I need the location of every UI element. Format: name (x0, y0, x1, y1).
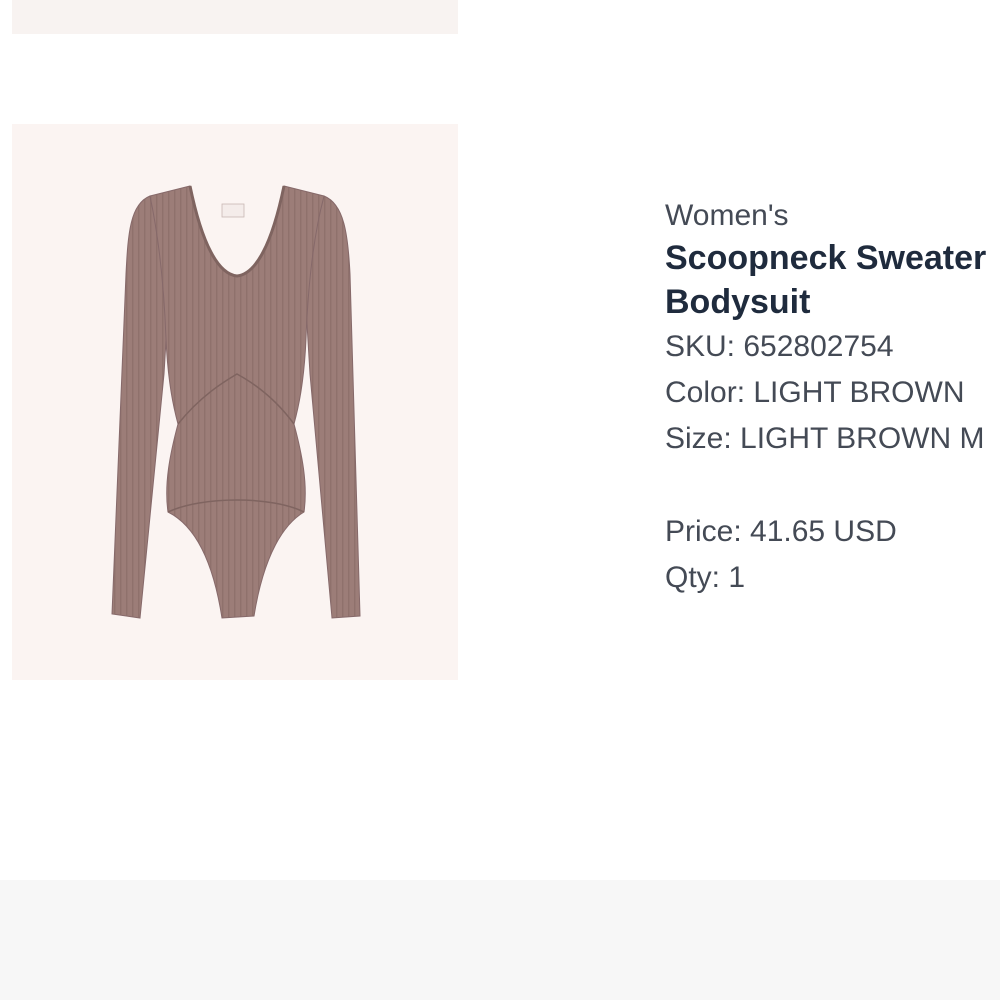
product-image[interactable] (12, 124, 458, 680)
product-title[interactable]: Scoopneck Sweater Bodysuit (665, 236, 1000, 324)
product-color: Color: LIGHT BROWN (665, 376, 965, 409)
previous-product-image[interactable] (12, 0, 458, 34)
product-quantity: Qty: 1 (665, 561, 746, 594)
details-spacer (665, 462, 1000, 509)
product-price: Price: 41.65 USD (665, 515, 897, 548)
bodysuit-illustration (111, 185, 361, 619)
product-details: Women's Scoopneck Sweater Bodysuit SKU: … (665, 196, 1000, 601)
product-sku: SKU: 652802754 (665, 330, 894, 363)
footer-band (0, 880, 1000, 1000)
product-category: Women's (665, 199, 789, 232)
product-size: Size: LIGHT BROWN M (665, 422, 985, 455)
order-item-page: Women's Scoopneck Sweater Bodysuit SKU: … (0, 0, 1000, 1000)
